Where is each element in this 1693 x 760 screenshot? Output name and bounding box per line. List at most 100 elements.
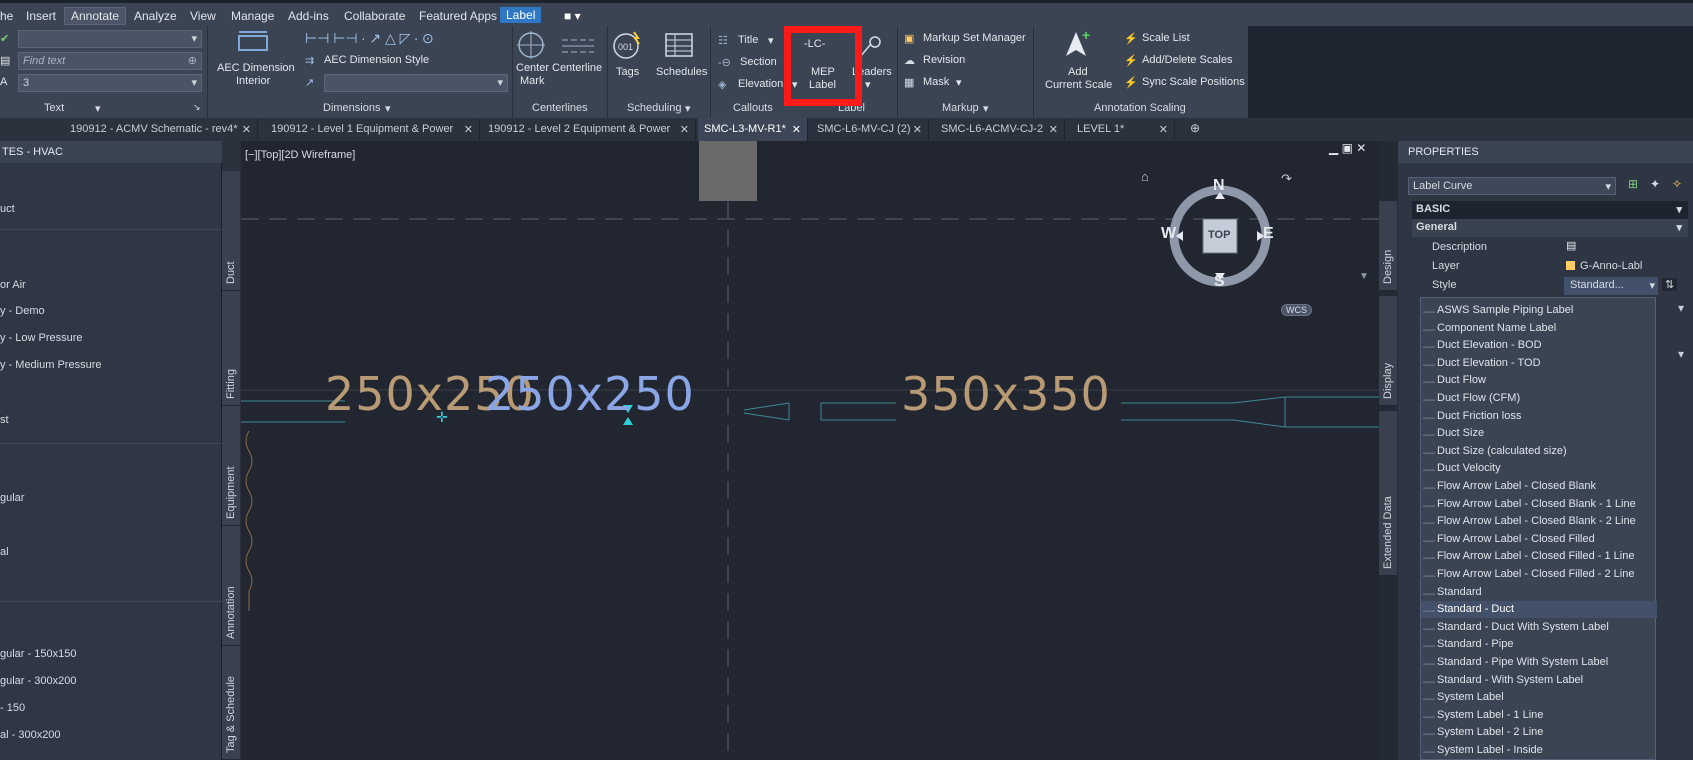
style-option[interactable]: ASWS Sample Piping Label bbox=[1421, 302, 1657, 319]
style-option[interactable]: Duct Velocity bbox=[1421, 460, 1657, 477]
close-icon[interactable]: ✕ bbox=[913, 123, 922, 136]
tags-button[interactable]: Tags bbox=[616, 66, 639, 78]
scheduling-panel-title[interactable]: Scheduling bbox=[627, 102, 681, 114]
doc-tab[interactable]: 190912 - Level 1 Equipment & Power ✕ bbox=[265, 118, 480, 141]
close-icon[interactable]: ✕ bbox=[680, 123, 689, 136]
palette-item[interactable]: al - 300x200 bbox=[0, 729, 61, 741]
close-icon[interactable]: ✕ bbox=[242, 123, 251, 136]
wcs-button[interactable]: WCS bbox=[1281, 304, 1312, 316]
style-option[interactable]: System Label bbox=[1421, 689, 1657, 706]
doc-tab[interactable]: 190912 - ACMV Schematic - rev4* ✕ bbox=[64, 118, 258, 141]
center-mark-button[interactable]: Center bbox=[516, 62, 549, 74]
doc-tab[interactable]: LEVEL 1* ✕ bbox=[1071, 118, 1175, 141]
dimension-style-select[interactable]: ▾ bbox=[324, 74, 508, 92]
style-option[interactable]: Duct Size (calculated size) bbox=[1421, 443, 1657, 460]
markup-panel-title[interactable]: Markup bbox=[942, 102, 979, 114]
style-option[interactable]: Duct Size bbox=[1421, 425, 1657, 442]
style-option[interactable]: Duct Elevation - TOD bbox=[1421, 355, 1657, 372]
close-icon[interactable]: ✕ bbox=[792, 123, 801, 136]
menu-addins[interactable]: Add-ins bbox=[288, 9, 329, 23]
style-option[interactable]: Flow Arrow Label - Closed Blank - 1 Line bbox=[1421, 496, 1657, 513]
section-collapse-icon[interactable]: ▾ bbox=[1678, 301, 1684, 315]
section-general[interactable]: General ▾ bbox=[1412, 219, 1688, 237]
style-option[interactable]: Duct Flow (CFM) bbox=[1421, 390, 1657, 407]
section-callout-button[interactable]: Section bbox=[740, 56, 777, 68]
style-option[interactable]: Duct Friction loss bbox=[1421, 408, 1657, 425]
duct-size-label-selected[interactable]: 250x250 bbox=[485, 367, 695, 421]
style-option[interactable]: System Label - Inside bbox=[1421, 742, 1657, 759]
style-option[interactable]: Standard - Pipe With System Label bbox=[1421, 654, 1657, 671]
viewcube-top-face[interactable]: TOP bbox=[1208, 229, 1230, 241]
prop-layer[interactable]: Layer G-Anno-Labl bbox=[1418, 258, 1693, 276]
style-option[interactable]: Standard - With System Label bbox=[1421, 672, 1657, 689]
style-option[interactable]: Standard - Duct With System Label bbox=[1421, 619, 1657, 636]
menu-view[interactable]: View bbox=[190, 9, 216, 23]
style-option[interactable]: System Label - 2 Line bbox=[1421, 724, 1657, 741]
find-icon[interactable]: ▤ bbox=[0, 54, 10, 67]
style-option[interactable]: System Label - 1 Line bbox=[1421, 707, 1657, 724]
prop-style[interactable]: Style Standard... ▾ ⇅ bbox=[1418, 277, 1693, 295]
style-option[interactable]: Duct Flow bbox=[1421, 372, 1657, 389]
style-edit-icon[interactable]: ⇅ bbox=[1662, 278, 1678, 291]
doc-tab[interactable]: SMC-L6-MV-CJ (2) ✕ bbox=[811, 118, 929, 141]
style-option[interactable]: Flow Arrow Label - Closed Filled - 1 Lin… bbox=[1421, 548, 1657, 565]
mask-button[interactable]: Mask bbox=[923, 76, 949, 88]
tab-equipment[interactable]: Equipment bbox=[222, 406, 240, 526]
add-delete-scales-button[interactable]: Add/Delete Scales bbox=[1142, 54, 1233, 66]
palette-item[interactable]: al bbox=[0, 546, 9, 558]
select-objects-icon[interactable]: ⊞ bbox=[1628, 177, 1638, 191]
new-tab-icon[interactable]: ⊕ bbox=[1190, 121, 1200, 135]
tab-display[interactable]: Display bbox=[1379, 296, 1397, 406]
elevation-callout-button[interactable]: Elevation bbox=[738, 78, 783, 90]
viewcube[interactable]: N S E W TOP bbox=[1161, 177, 1275, 291]
viewcube-menu-icon[interactable]: ▼ bbox=[1359, 271, 1369, 282]
dimension-tools-icon[interactable]: ⊢⊣ ⊢⊣ ∙ ↗ △ ◸ ∙ ⊙ bbox=[305, 30, 434, 47]
duct-size-label[interactable]: 350x350 bbox=[901, 367, 1111, 421]
style-dropdown[interactable]: Standard... ▾ bbox=[1564, 277, 1658, 295]
palette-item[interactable]: or Air bbox=[0, 279, 26, 291]
palette-item[interactable]: y - Demo bbox=[0, 305, 45, 317]
aec-dimension-style-button[interactable]: AEC Dimension Style bbox=[324, 54, 429, 66]
palette-item[interactable]: gular - 150x150 bbox=[0, 648, 76, 660]
palette-item[interactable]: gular bbox=[0, 492, 24, 504]
dimensions-panel-title[interactable]: Dimensions bbox=[323, 102, 380, 114]
text-height-select[interactable]: 3 ▾ bbox=[18, 74, 202, 92]
find-text-input[interactable]: Find text ⊕ bbox=[18, 52, 202, 70]
sync-scale-positions-button[interactable]: Sync Scale Positions bbox=[1142, 76, 1245, 88]
style-option[interactable]: Standard - Pipe bbox=[1421, 636, 1657, 653]
palette-item[interactable]: st bbox=[0, 414, 9, 426]
style-option[interactable]: Flow Arrow Label - Closed Filled bbox=[1421, 531, 1657, 548]
palette-item[interactable]: gular - 300x200 bbox=[0, 675, 76, 687]
section-collapse-icon[interactable]: ▾ bbox=[1678, 347, 1684, 361]
style-option[interactable]: Flow Arrow Label - Closed Blank - 2 Line bbox=[1421, 513, 1657, 530]
add-current-scale-button[interactable]: Add bbox=[1068, 66, 1088, 78]
camera-icon[interactable]: ■ ▾ bbox=[564, 9, 581, 23]
palette-item[interactable]: uct bbox=[0, 203, 15, 215]
text-panel-launcher[interactable]: ↘ bbox=[193, 102, 201, 113]
palette-item[interactable]: y - Low Pressure bbox=[0, 332, 83, 344]
tab-fitting[interactable]: Fitting bbox=[222, 291, 240, 406]
style-option[interactable]: Standard - Duct bbox=[1421, 601, 1657, 619]
doc-tab[interactable]: SMC-L6-ACMV-CJ-2 ✕ bbox=[935, 118, 1065, 141]
menu-analyze[interactable]: Analyze bbox=[134, 9, 177, 23]
aec-dimension-button[interactable]: AEC Dimension bbox=[217, 62, 295, 74]
compass-west[interactable]: W bbox=[1161, 225, 1176, 243]
close-icon[interactable]: ✕ bbox=[464, 123, 473, 136]
object-type-select[interactable]: Label Curve ▾ bbox=[1408, 177, 1616, 195]
section-basic[interactable]: BASIC ▾ bbox=[1412, 201, 1688, 219]
style-option[interactable]: Component Name Label bbox=[1421, 320, 1657, 337]
style-option[interactable]: Flow Arrow Label - Closed Filled - 2 Lin… bbox=[1421, 566, 1657, 583]
tab-duct[interactable]: Duct bbox=[222, 171, 240, 291]
style-option[interactable]: Flow Arrow Label - Closed Blank bbox=[1421, 478, 1657, 495]
close-icon[interactable]: ✕ bbox=[1159, 123, 1168, 136]
menu-label-tab[interactable]: Label bbox=[500, 7, 542, 23]
rotate-icon[interactable]: ↷ bbox=[1281, 171, 1292, 187]
text-style-select[interactable]: ▾ bbox=[18, 30, 202, 48]
palette-item[interactable]: y - Medium Pressure bbox=[0, 359, 101, 371]
compass-east[interactable]: E bbox=[1263, 225, 1274, 243]
home-icon[interactable]: ⌂ bbox=[1141, 169, 1149, 184]
tab-annotation[interactable]: Annotation bbox=[222, 526, 240, 646]
menu-manage[interactable]: Manage bbox=[231, 9, 274, 23]
pickadd-icon[interactable]: ✦ bbox=[1650, 177, 1660, 191]
palette-item[interactable]: - 150 bbox=[0, 702, 25, 714]
